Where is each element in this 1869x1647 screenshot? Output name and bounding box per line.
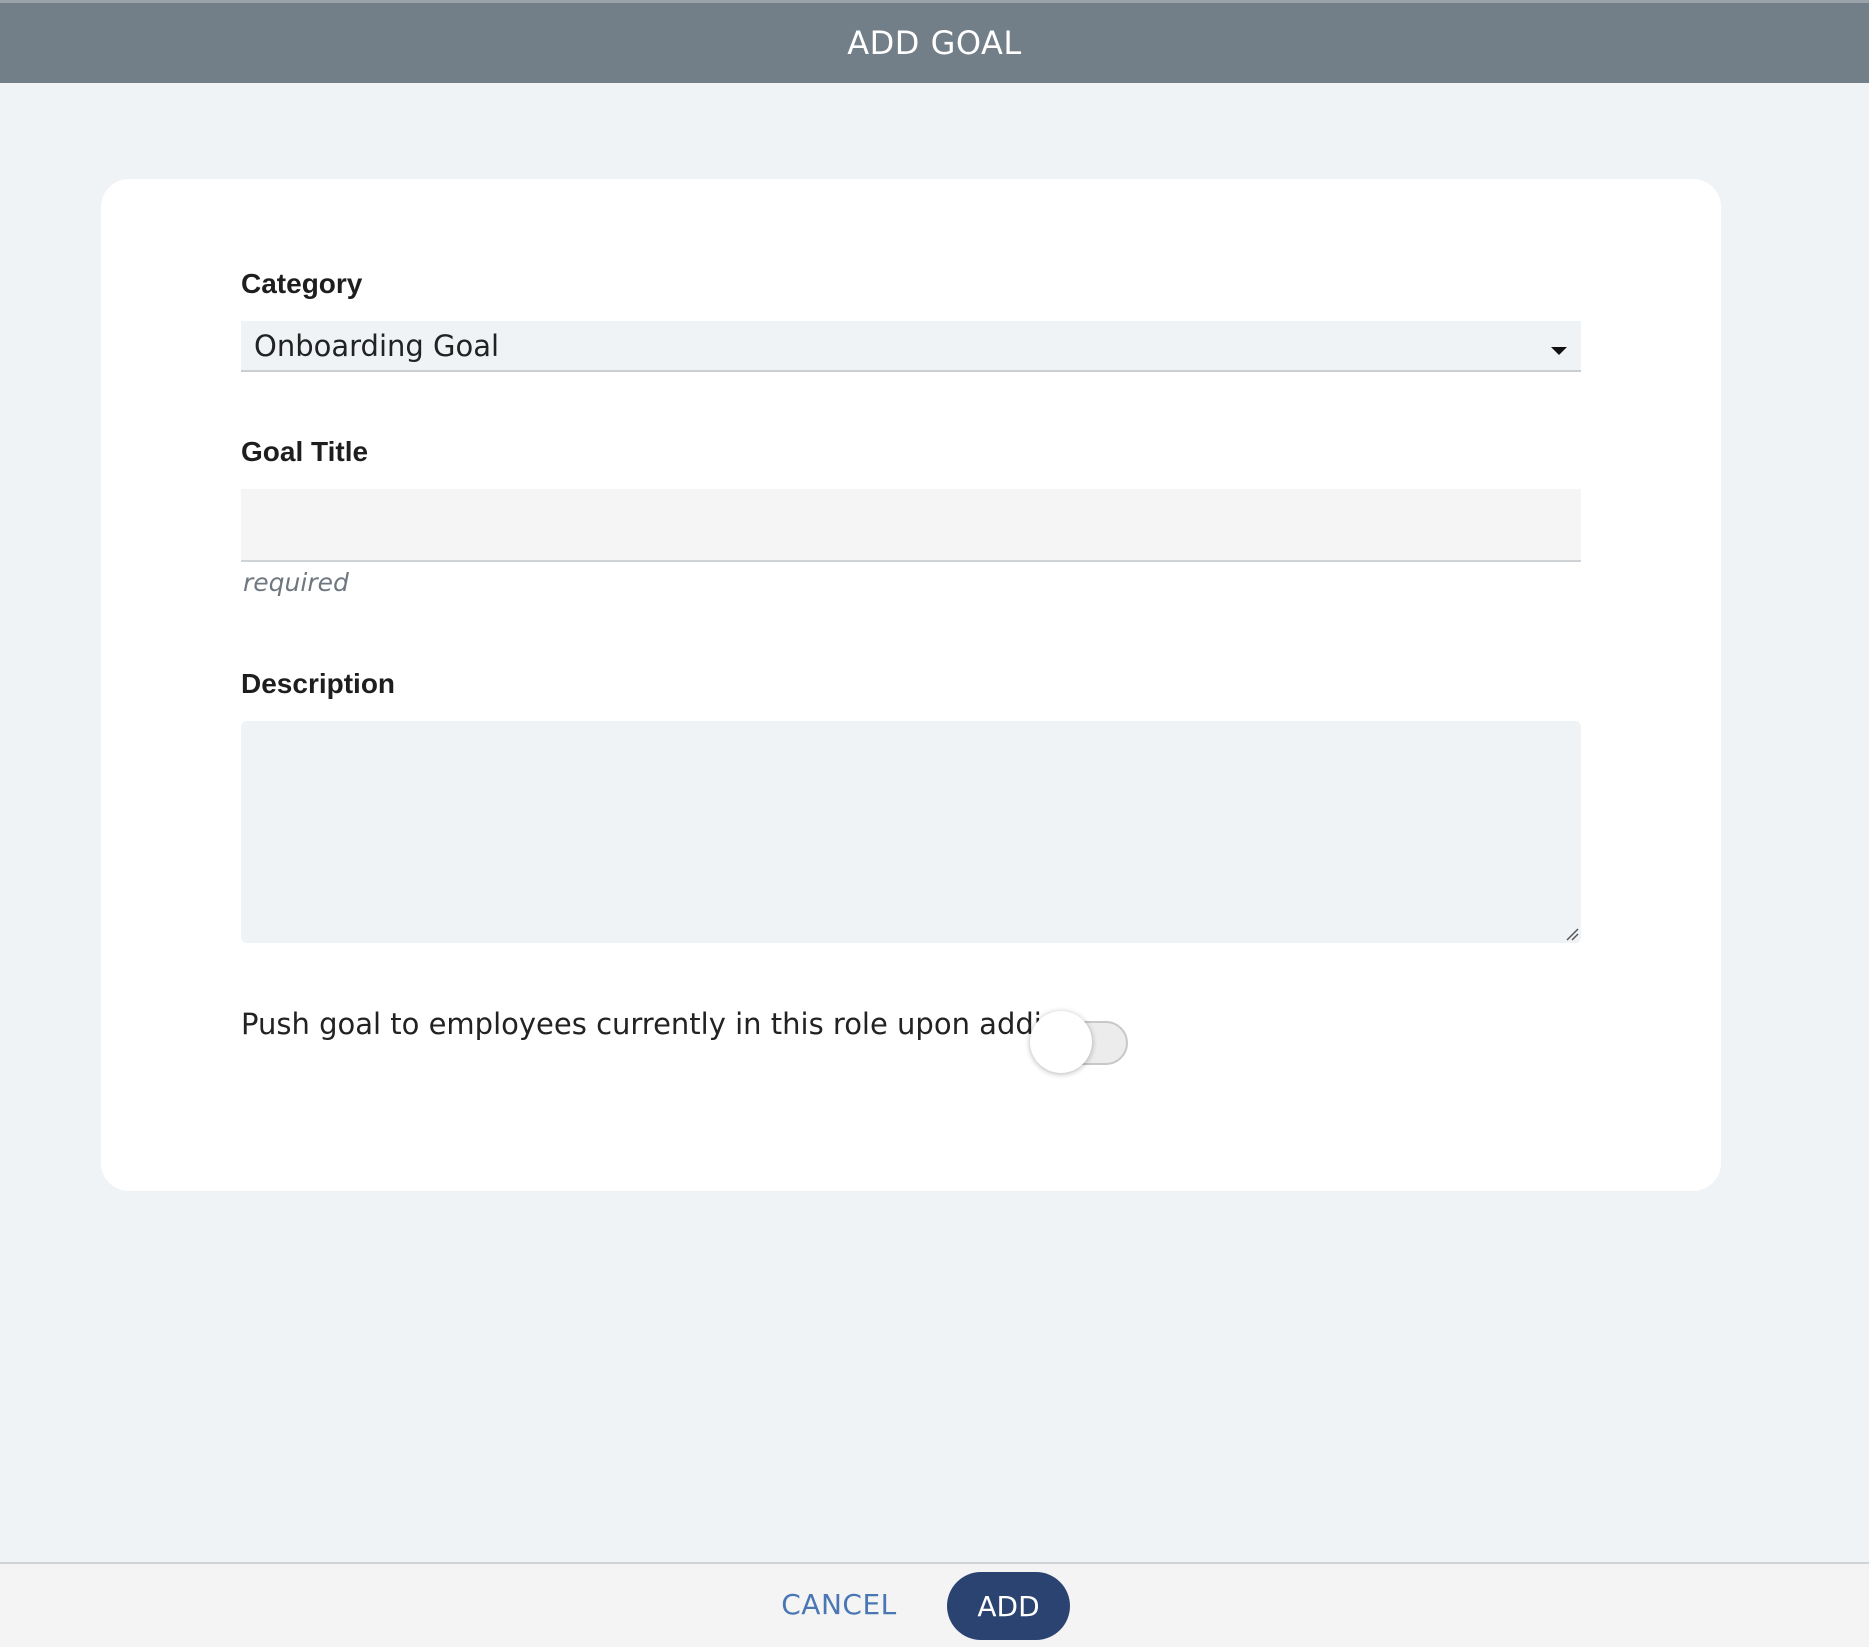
push-goal-toggle[interactable] bbox=[1030, 1007, 1130, 1073]
description-label: Description bbox=[241, 668, 396, 699]
dialog-header: ADD GOAL bbox=[0, 0, 1869, 83]
category-label: Category bbox=[241, 268, 363, 299]
resize-handle-icon[interactable] bbox=[1565, 927, 1579, 941]
dialog-footer: CANCEL ADD bbox=[0, 1562, 1869, 1647]
goal-title-label: Goal Title bbox=[241, 436, 369, 467]
dialog-title: ADD GOAL bbox=[847, 24, 1022, 62]
goal-title-input[interactable] bbox=[241, 489, 1581, 562]
description-textarea[interactable] bbox=[241, 721, 1581, 943]
goal-form-card: Category Onboarding Goal Goal Title requ… bbox=[101, 179, 1721, 1191]
chevron-down-icon bbox=[1551, 347, 1567, 355]
cancel-button[interactable]: CANCEL bbox=[776, 1578, 902, 1630]
category-selected-value: Onboarding Goal bbox=[254, 328, 500, 363]
push-goal-toggle-label: Push goal to employees currently in this… bbox=[241, 1007, 1079, 1041]
toggle-knob bbox=[1030, 1011, 1092, 1073]
category-select[interactable]: Onboarding Goal bbox=[241, 321, 1581, 372]
goal-title-helper-text: required bbox=[243, 568, 349, 597]
add-button[interactable]: ADD bbox=[947, 1572, 1070, 1640]
add-goal-dialog: ADD GOAL Category Onboarding Goal Goal T… bbox=[0, 0, 1869, 1647]
